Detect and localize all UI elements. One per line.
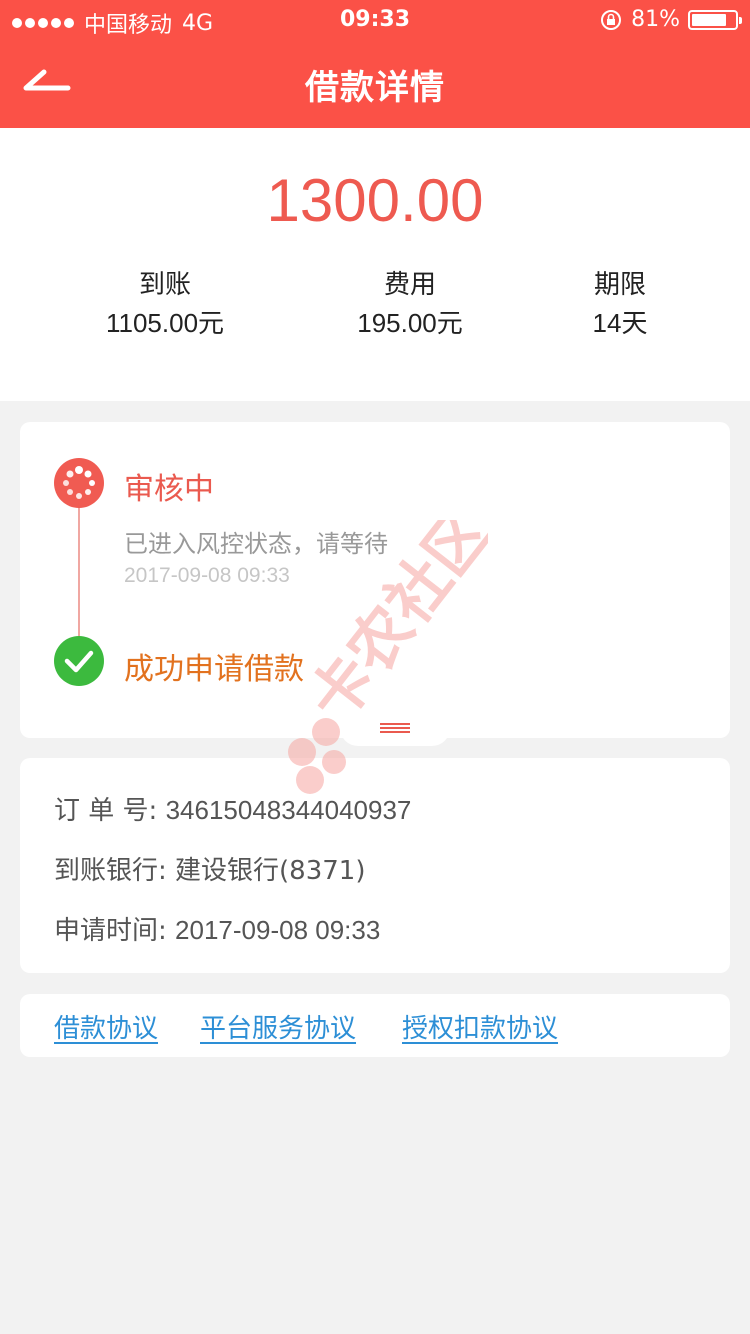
stat-fee: 费用 195.00元	[330, 266, 490, 342]
checkmark-icon	[54, 636, 104, 686]
menu-lines-icon	[380, 723, 410, 733]
agreement-links: 借款协议 平台服务协议 授权扣款协议	[20, 994, 730, 1057]
step-title-applied: 成功申请借款	[124, 652, 304, 687]
bank-row: 到账银行: 建设银行(8371)	[54, 850, 366, 887]
platform-service-agreement-link[interactable]: 平台服务协议	[200, 1008, 356, 1045]
stat-term: 期限 14天	[540, 266, 700, 342]
nav-bar: 借款详情	[0, 40, 750, 128]
timeline-connector	[78, 506, 80, 650]
loan-amount: 1300.00	[266, 167, 484, 234]
loading-icon	[54, 458, 104, 508]
loan-agreement-link[interactable]: 借款协议	[54, 1008, 158, 1045]
order-number-label: 订 单 号:	[54, 796, 158, 826]
step-time: 2017-09-08 09:33	[124, 564, 290, 587]
status-timeline: 审核中 已进入风控状态，请等待 2017-09-08 09:33 成功申请借款	[20, 422, 730, 746]
order-number-row: 订 单 号: 34615048344040937	[54, 790, 411, 827]
step-description: 已进入风控状态，请等待	[124, 530, 388, 558]
debit-authorization-agreement-link[interactable]: 授权扣款协议	[402, 1008, 558, 1045]
bank-label: 到账银行:	[54, 856, 167, 886]
loan-summary: 1300.00 到账 1105.00元 费用 195.00元 期限 14天	[0, 128, 750, 401]
rotation-lock-icon	[601, 9, 622, 30]
bank-value: 建设银行(8371)	[175, 856, 366, 886]
stat-label: 期限	[593, 270, 646, 300]
order-number-value: 34615048344040937	[165, 795, 412, 825]
status-bar: 中国移动 4G 09:33 81%	[0, 0, 750, 40]
collapse-toggle[interactable]	[340, 716, 450, 746]
stat-value: 14天	[592, 308, 648, 338]
stat-received: 到账 1105.00元	[85, 266, 245, 342]
step-title-reviewing: 审核中	[124, 472, 214, 507]
page-title: 借款详情	[305, 68, 445, 108]
battery-percent: 81%	[631, 7, 680, 32]
battery-icon	[688, 9, 742, 30]
status-right: 81%	[599, 7, 742, 32]
stat-value: 1105.00元	[105, 308, 225, 338]
apply-time-value: 2017-09-08 09:33	[175, 915, 381, 945]
apply-time-row: 申请时间: 2017-09-08 09:33	[54, 910, 380, 947]
apply-time-label: 申请时间:	[54, 916, 167, 946]
header-bar: 中国移动 4G 09:33 81% 借款详情	[0, 0, 750, 128]
order-info: 订 单 号: 34615048344040937 到账银行: 建设银行(8371…	[20, 758, 730, 973]
battery-fill	[692, 13, 727, 26]
stat-label: 到账	[138, 270, 191, 300]
stat-value: 195.00元	[357, 308, 463, 338]
stat-label: 费用	[383, 270, 436, 300]
